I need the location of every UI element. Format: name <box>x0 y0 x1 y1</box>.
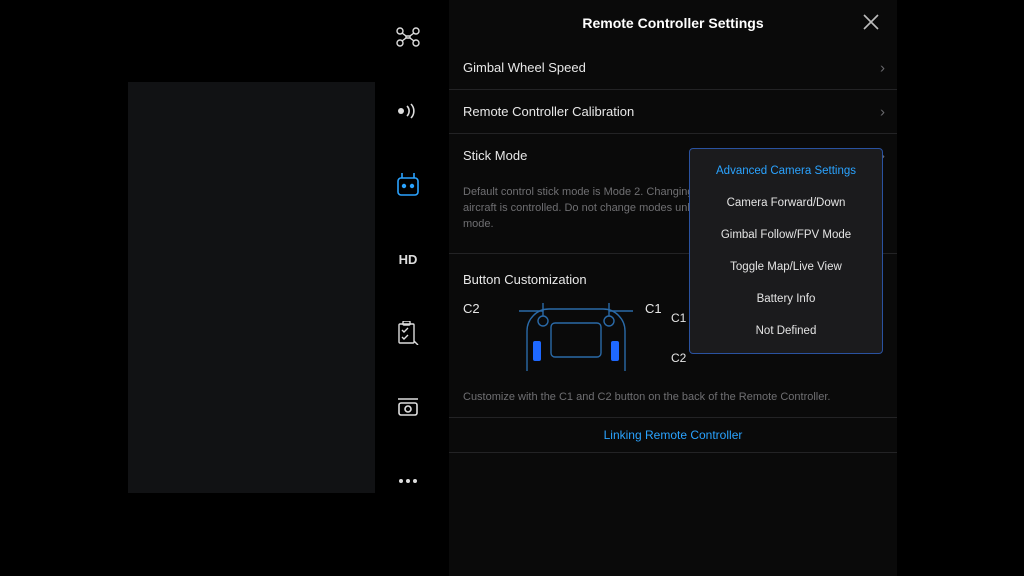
popover-item-toggle-map-live[interactable]: Toggle Map/Live View <box>690 251 882 283</box>
customization-hint: Customize with the C1 and C2 button on t… <box>449 385 897 417</box>
rc-icon[interactable] <box>393 170 423 200</box>
row-label: Gimbal Wheel Speed <box>463 60 586 75</box>
panel-header: Remote Controller Settings <box>449 0 897 46</box>
c2-graphic-label: C2 <box>463 301 480 316</box>
popover-item-advanced-camera[interactable]: Advanced Camera Settings <box>690 155 882 187</box>
c2-assignment-label[interactable]: C2 <box>671 351 686 365</box>
rc-back-graphic <box>519 301 633 373</box>
panel-title: Remote Controller Settings <box>582 15 763 31</box>
signal-icon[interactable] <box>393 96 423 126</box>
row-gimbal-wheel-speed[interactable]: Gimbal Wheel Speed › <box>449 46 897 90</box>
popover-item-battery-info[interactable]: Battery Info <box>690 283 882 315</box>
chevron-right-icon: › <box>880 59 885 76</box>
gimbal-camera-icon[interactable] <box>393 392 423 422</box>
popover-item-gimbal-follow-fpv[interactable]: Gimbal Follow/FPV Mode <box>690 219 882 251</box>
c1-assignment-label[interactable]: C1 <box>671 311 686 325</box>
button-function-popover: Advanced Camera Settings Camera Forward/… <box>689 148 883 354</box>
popover-item-camera-forward-down[interactable]: Camera Forward/Down <box>690 187 882 219</box>
settings-sidebar: HD <box>375 0 441 576</box>
more-icon[interactable] <box>393 466 423 496</box>
close-icon[interactable] <box>859 10 883 34</box>
linking-rc-button[interactable]: Linking Remote Controller <box>449 417 897 453</box>
hd-label: HD <box>399 252 418 267</box>
hd-icon[interactable]: HD <box>393 244 423 274</box>
linking-rc-label: Linking Remote Controller <box>604 428 743 442</box>
chevron-right-icon: › <box>880 103 885 120</box>
row-label: Stick Mode <box>463 148 527 163</box>
battery-checklist-icon[interactable] <box>393 318 423 348</box>
row-label: Remote Controller Calibration <box>463 104 634 119</box>
camera-feed-placeholder <box>128 82 375 493</box>
aircraft-icon[interactable] <box>393 22 423 52</box>
row-rc-calibration[interactable]: Remote Controller Calibration › <box>449 90 897 134</box>
popover-item-not-defined[interactable]: Not Defined <box>690 315 882 347</box>
c1-graphic-label: C1 <box>645 301 662 316</box>
